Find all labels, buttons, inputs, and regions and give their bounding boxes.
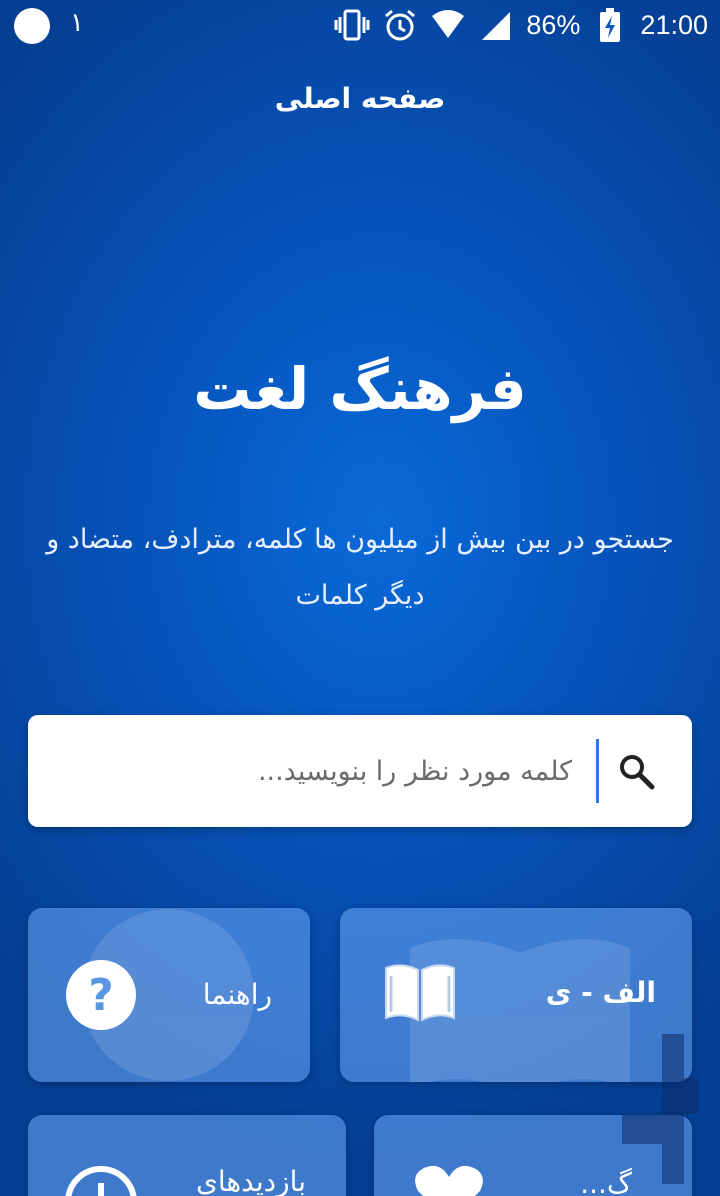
signal-icon bbox=[478, 8, 514, 42]
battery-charging-icon bbox=[592, 8, 628, 42]
alarm-icon bbox=[382, 8, 418, 42]
store-logo-watermark-icon bbox=[622, 1034, 698, 1184]
status-icons: 86% 21:00 bbox=[334, 6, 708, 44]
status-bar: ١ 86% 21:00 bbox=[0, 0, 720, 50]
text-cursor bbox=[596, 739, 599, 803]
book-icon bbox=[385, 964, 455, 1022]
search-input[interactable] bbox=[52, 745, 572, 797]
help-icon: ? bbox=[66, 960, 136, 1030]
tile-history[interactable]: بازدیدهای bbox=[28, 1115, 346, 1196]
search-box[interactable] bbox=[28, 715, 692, 827]
wifi-icon bbox=[430, 8, 466, 42]
app-title: فرهنگ لغت bbox=[193, 355, 527, 423]
tile-label: بازدیدهای bbox=[195, 1165, 306, 1196]
page-title: صفحه اصلی bbox=[274, 82, 446, 115]
history-icon bbox=[65, 1166, 137, 1196]
tile-label: الف - ی bbox=[545, 976, 656, 1009]
battery-percent: 86% bbox=[526, 9, 581, 40]
vibrate-icon bbox=[334, 8, 370, 42]
clock: 21:00 bbox=[640, 9, 708, 40]
app-description: جستجو در بین بیش از میلیون ها کلمه، مترا… bbox=[46, 524, 674, 611]
notification-dot-icon bbox=[14, 8, 50, 44]
tile-label: راهنما bbox=[202, 978, 272, 1011]
svg-text:?: ? bbox=[88, 970, 114, 1021]
tile-help[interactable]: ? راهنما bbox=[28, 908, 310, 1082]
heart-icon bbox=[415, 1165, 483, 1196]
notification-count: ١ bbox=[70, 8, 84, 38]
search-icon[interactable] bbox=[616, 751, 656, 791]
